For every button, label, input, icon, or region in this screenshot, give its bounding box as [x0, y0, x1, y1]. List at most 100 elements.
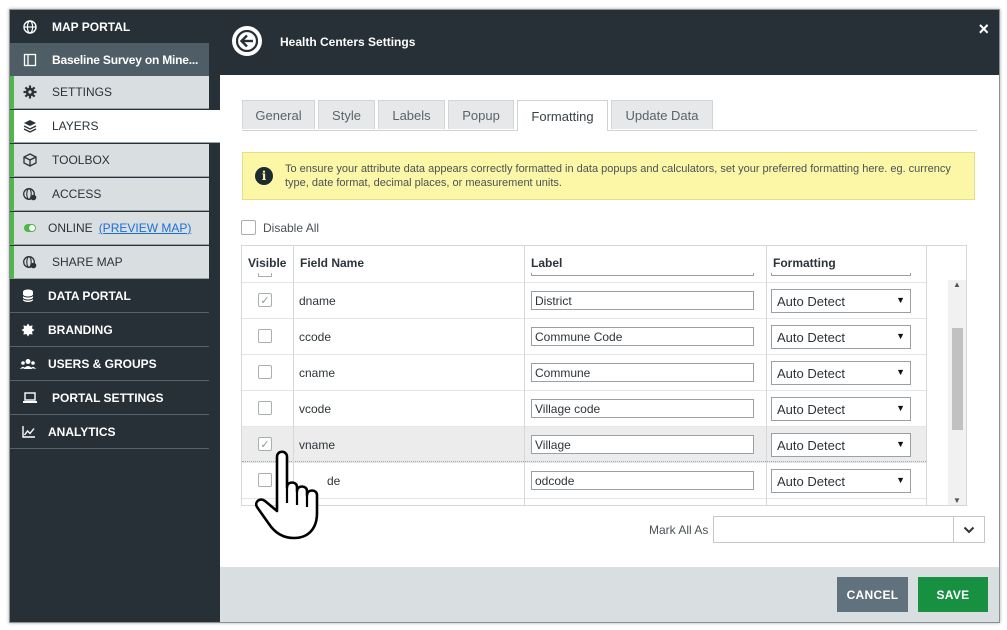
- disable-all-label: Disable All: [263, 220, 320, 235]
- partial-row-select: [771, 505, 911, 506]
- table-row: de odcode Auto Detect ▼: [242, 462, 926, 498]
- share-globe-icon: [22, 254, 38, 270]
- visible-checkbox[interactable]: [258, 365, 272, 379]
- close-icon[interactable]: ×: [978, 20, 989, 38]
- layers-icon: [22, 118, 38, 134]
- fields-table: Visible Field Name Label Formatting ✓ dn…: [241, 245, 967, 506]
- field-name: vcode: [299, 401, 332, 416]
- chevron-down-icon[interactable]: [953, 517, 984, 542]
- sidebar-item-current-map[interactable]: Baseline Survey on Mine...: [10, 43, 209, 76]
- tab-formatting[interactable]: Formatting: [517, 100, 608, 131]
- sidebar-item-settings[interactable]: SETTINGS: [10, 76, 209, 109]
- tab-style[interactable]: Style: [318, 100, 375, 129]
- sidebar-item-analytics[interactable]: ANALYTICS: [10, 416, 209, 449]
- disable-all-checkbox[interactable]: Disable All: [241, 220, 319, 235]
- sidebar-item-label: Baseline Survey on Mine...: [52, 52, 199, 67]
- table-row: ✓ dname District Auto Detect ▼: [242, 282, 926, 318]
- cancel-button[interactable]: CANCEL: [837, 577, 908, 612]
- formatting-value: Auto Detect: [777, 401, 845, 417]
- table-scrollbar[interactable]: ▲ ▼: [948, 280, 966, 505]
- dropdown-arrow-icon: ▼: [896, 475, 905, 485]
- formatting-select[interactable]: Auto Detect ▼: [771, 469, 911, 493]
- dropdown-arrow-icon: ▼: [896, 331, 905, 341]
- dropdown-arrow-icon: ▼: [896, 439, 905, 449]
- sidebar-item-users-groups[interactable]: USERS & GROUPS: [10, 348, 209, 381]
- users-icon: [20, 356, 36, 372]
- visible-checkbox[interactable]: ✓: [258, 293, 272, 307]
- label-input[interactable]: Commune Code: [531, 327, 754, 346]
- dropdown-arrow-icon: ▼: [896, 403, 905, 413]
- tab-update-data[interactable]: Update Data: [611, 100, 713, 129]
- preview-map-link[interactable]: (PREVIEW MAP): [99, 221, 192, 235]
- partial-row-select: [771, 273, 911, 276]
- tab-labels[interactable]: Labels: [378, 100, 445, 129]
- visible-checkbox[interactable]: [258, 401, 272, 415]
- scroll-thumb[interactable]: [952, 328, 963, 430]
- hand-cursor-icon: [254, 450, 319, 540]
- dropdown-arrow-icon: ▼: [896, 367, 905, 377]
- gear-icon: [22, 84, 38, 100]
- formatting-value: Auto Detect: [777, 365, 845, 381]
- formatting-value: Auto Detect: [777, 329, 845, 345]
- settings-panel: Health Centers Settings × General Style …: [220, 10, 999, 622]
- badge-icon: [20, 322, 36, 338]
- formatting-select[interactable]: Auto Detect ▼: [771, 361, 911, 385]
- table-row: vcode Village code Auto Detect ▼: [242, 390, 926, 426]
- sidebar-item-label: USERS & GROUPS: [48, 357, 157, 371]
- column-divider: [926, 246, 927, 505]
- tab-general[interactable]: General: [242, 100, 315, 129]
- sidebar-item-online[interactable]: ONLINE (PREVIEW MAP): [10, 212, 209, 245]
- label-input[interactable]: odcode: [531, 471, 754, 490]
- sidebar-item-share-map[interactable]: SHARE MAP: [10, 246, 209, 279]
- label-input[interactable]: Village: [531, 435, 754, 454]
- chart-icon: [20, 424, 36, 440]
- tab-popup[interactable]: Popup: [448, 100, 514, 129]
- scroll-down-icon[interactable]: ▼: [953, 496, 961, 505]
- sidebar-item-label: SHARE MAP: [52, 255, 123, 269]
- formatting-value: Auto Detect: [777, 293, 845, 309]
- access-globe-icon: [22, 186, 38, 202]
- partial-row-input: [531, 273, 754, 276]
- info-icon: i: [255, 167, 273, 185]
- sidebar-item-data-portal[interactable]: DATA PORTAL: [10, 280, 209, 313]
- formatting-select[interactable]: Auto Detect ▼: [771, 325, 911, 349]
- sidebar-item-toolbox[interactable]: TOOLBOX: [10, 144, 209, 177]
- sidebar-item-label: TOOLBOX: [52, 153, 110, 167]
- panel-footer: CANCEL SAVE: [220, 567, 999, 622]
- laptop-icon: [22, 390, 38, 406]
- back-arrow-icon[interactable]: [232, 26, 262, 56]
- sidebar-item-layers[interactable]: LAYERS: [10, 110, 220, 143]
- header-field-name: Field Name: [294, 246, 525, 280]
- formatting-select[interactable]: Auto Detect ▼: [771, 397, 911, 421]
- partial-row-checkbox: [258, 273, 272, 277]
- sidebar-item-label: LAYERS: [52, 119, 99, 133]
- globe-icon: [22, 19, 38, 35]
- checkbox[interactable]: [241, 220, 256, 235]
- toggle-icon[interactable]: [22, 220, 38, 236]
- app-window: MAP PORTAL Baseline Survey on Mine... SE…: [9, 9, 1000, 623]
- field-name: ccode: [299, 329, 332, 344]
- mark-all-select[interactable]: [713, 516, 985, 543]
- label-input[interactable]: Village code: [531, 399, 754, 418]
- info-box: i To ensure your attribute data appears …: [242, 152, 975, 200]
- sidebar-item-label: DATA PORTAL: [48, 289, 131, 303]
- tab-bar: General Style Labels Popup Formatting Up…: [242, 100, 977, 131]
- scroll-up-icon[interactable]: ▲: [953, 280, 961, 289]
- table-row: ✓ vname Village Auto Detect ▼: [242, 426, 926, 462]
- visible-checkbox[interactable]: [258, 329, 272, 343]
- database-icon: [20, 288, 36, 304]
- sidebar-item-branding[interactable]: BRANDING: [10, 314, 209, 347]
- cube-icon: [22, 152, 38, 168]
- save-button[interactable]: SAVE: [918, 577, 988, 612]
- formatting-select[interactable]: Auto Detect ▼: [771, 433, 911, 457]
- sidebar-item-portal-settings[interactable]: PORTAL SETTINGS: [10, 382, 209, 415]
- sidebar-item-access[interactable]: ACCESS: [10, 178, 209, 211]
- table-row: cname Commune Auto Detect ▼: [242, 354, 926, 390]
- sidebar-item-label: ANALYTICS: [48, 425, 116, 439]
- label-input[interactable]: District: [531, 291, 754, 310]
- table-row: ccode Commune Code Auto Detect ▼: [242, 318, 926, 354]
- formatting-select[interactable]: Auto Detect ▼: [771, 289, 911, 313]
- label-input[interactable]: Commune: [531, 363, 754, 382]
- sidebar-item-map-portal[interactable]: MAP PORTAL: [10, 10, 209, 43]
- field-name: dname: [299, 293, 336, 308]
